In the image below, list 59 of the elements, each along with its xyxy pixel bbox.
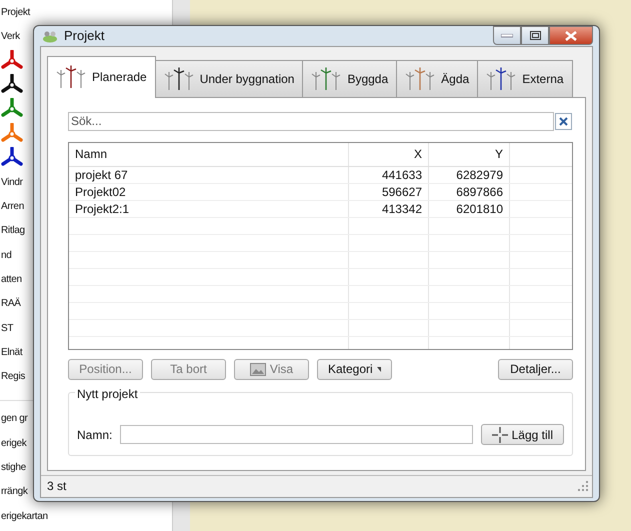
- resize-grip-icon[interactable]: [578, 481, 588, 491]
- tab[interactable]: Under byggnation: [154, 60, 304, 98]
- table-cell: projekt 67: [69, 166, 349, 182]
- layer-label[interactable]: Regis: [1, 369, 26, 384]
- wind-turbines-icon: [311, 67, 342, 91]
- tab[interactable]: Byggda: [302, 60, 398, 98]
- layer-label[interactable]: atten: [1, 272, 22, 287]
- layer-label[interactable]: rrängk: [1, 484, 28, 500]
- wind-turbines-icon: [486, 67, 516, 91]
- table-cell: 6282979: [429, 166, 510, 182]
- table-cell: Projekt02: [69, 184, 349, 200]
- name-input[interactable]: [120, 425, 473, 444]
- name-label: Namn:: [77, 426, 112, 444]
- layer-label[interactable]: erigek: [1, 436, 26, 451]
- layer-label[interactable]: Elnät: [1, 344, 22, 360]
- table-cell: 413342: [349, 200, 429, 216]
- layer-label[interactable]: gen gr: [1, 411, 28, 426]
- window-title: Projekt: [64, 27, 104, 45]
- add-button[interactable]: Lägg till: [480, 424, 564, 445]
- layer-label[interactable]: RAÄ: [1, 296, 21, 312]
- minimize-button[interactable]: [493, 26, 521, 45]
- close-icon: [559, 116, 568, 126]
- clear-search-button[interactable]: [555, 112, 572, 130]
- wind-turbines-icon: [164, 67, 194, 91]
- tab[interactable]: Ägda: [396, 60, 478, 98]
- tab[interactable]: Planerade: [47, 56, 156, 98]
- caret-icon: [376, 366, 381, 372]
- dropdown-button[interactable]: Kategori: [317, 358, 392, 380]
- restore-icon: [530, 31, 540, 40]
- app-icon: [42, 28, 58, 43]
- picture-icon: [250, 362, 266, 376]
- table-cell: Projekt2:1: [69, 200, 349, 216]
- layer-label[interactable]: ST: [1, 320, 14, 336]
- table-cell: 6201810: [429, 200, 510, 216]
- table-cell: 596627: [349, 184, 429, 200]
- tab[interactable]: Externa: [477, 60, 573, 98]
- layer-label[interactable]: Arren: [1, 199, 24, 214]
- wind-turbines-icon: [56, 65, 86, 89]
- layer-label[interactable]: Verk: [1, 28, 20, 44]
- column-header[interactable]: X: [349, 142, 429, 166]
- layer-label[interactable]: Ritlag: [1, 223, 25, 238]
- close-button[interactable]: [549, 26, 593, 45]
- status-text: 3 st: [47, 478, 66, 495]
- close-icon: [565, 30, 577, 40]
- crosshair-icon: [492, 426, 508, 442]
- maximize-button[interactable]: [521, 26, 549, 45]
- column-header[interactable]: Namn: [69, 142, 349, 166]
- wind-turbines-icon: [405, 67, 436, 91]
- layer-label[interactable]: Vindr: [1, 174, 23, 190]
- layer-label[interactable]: stighe: [1, 460, 26, 475]
- search-field[interactable]: Sök...: [68, 112, 554, 130]
- layer-label[interactable]: Projekt: [1, 4, 30, 20]
- action-button[interactable]: Detaljer...: [498, 358, 573, 380]
- table-cell: 6897866: [429, 184, 510, 200]
- minimize-icon: [501, 34, 513, 38]
- table-cell: 441633: [349, 166, 429, 182]
- column-header[interactable]: Y: [429, 142, 510, 166]
- layer-label[interactable]: nd: [1, 248, 12, 263]
- layer-label[interactable]: erigekartan: [1, 508, 48, 524]
